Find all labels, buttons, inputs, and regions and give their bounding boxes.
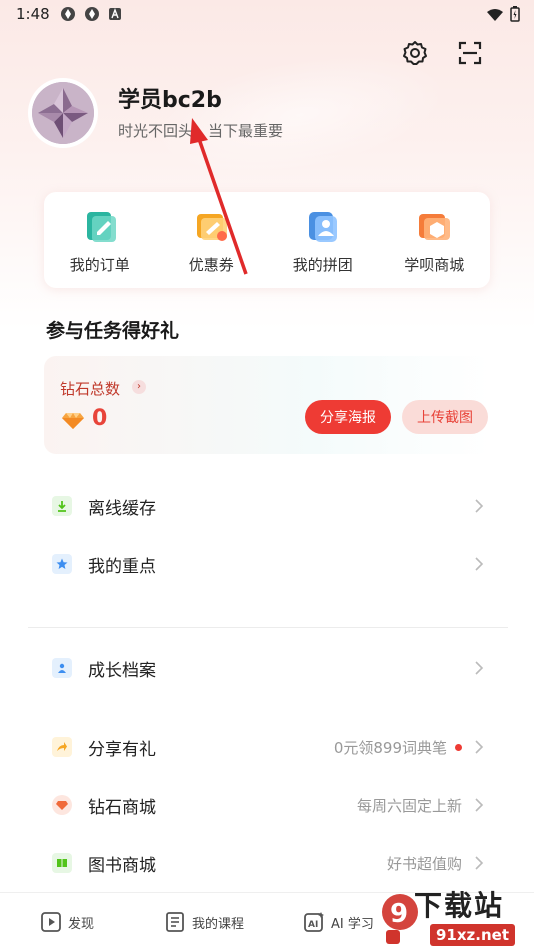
svg-text:9: 9 [390,899,408,929]
row-label: 离线缓存 [88,498,156,519]
course-list-icon [166,912,184,932]
quick-menu-card: 我的订单 优惠券 我的拼团 学呗商城 [44,192,490,288]
quick-item-store[interactable]: 学呗商城 [384,206,484,275]
svg-text:AI: AI [308,920,318,930]
status-notification-icons [60,6,124,22]
star-icon [52,554,72,574]
nav-label: AI 学习 [331,916,374,932]
scan-icon [458,41,482,65]
quick-label: 我的拼团 [292,255,353,274]
group-icon [308,211,337,242]
diamond-total-label[interactable]: 钻石总数 [60,378,120,399]
row-label: 我的重点 [88,556,156,577]
app-notification-icon [84,6,100,22]
chevron-right-icon [475,661,484,675]
promo-text: 每周六固定上新 [356,796,462,815]
order-icon [86,211,116,242]
avatar[interactable] [28,78,98,148]
text-notification-icon [108,6,124,22]
chevron-right-icon [475,499,484,513]
ai-icon: AI [304,912,324,932]
profile-card-icon [52,658,72,678]
quick-label: 我的订单 [69,255,130,274]
nav-tab-my-courses[interactable]: 我的课程 [164,911,244,933]
menu-row-book-store[interactable]: 图书商城 好书超值购 [44,843,490,883]
quick-item-orders[interactable]: 我的订单 [50,206,150,275]
promo-text: 好书超值购 [386,854,462,873]
share-arrow-icon [52,737,72,757]
row-label: 成长档案 [88,660,156,681]
promo-text: 0元领899词典笔 [333,738,447,757]
quick-item-group-buy[interactable]: 我的拼团 [273,206,373,275]
annotation-arrow-icon [190,118,248,275]
battery-icon [510,6,520,26]
chevron-right-icon [475,856,484,870]
diamond-store-icon [52,795,72,815]
watermark-url: 91xz.net [430,924,516,946]
status-time: 1:48 [16,5,50,23]
upload-screenshot-button[interactable]: 上传截图 [402,400,488,434]
notification-dot [455,743,462,751]
row-label: 图书商城 [88,855,156,876]
row-extra-text: 每周六固定上新 [357,795,462,816]
chevron-right-icon [475,557,484,571]
nav-label: 我的课程 [192,916,245,932]
menu-row-share-gift[interactable]: 分享有礼 0元领899词典笔 [44,727,490,767]
avatar-image [32,82,94,144]
row-label: 分享有礼 [88,739,156,760]
store-icon [419,213,451,240]
menu-row-growth-record[interactable]: 成长档案 [44,648,490,688]
menu-row-diamond-store[interactable]: 钻石商城 每周六固定上新 [44,785,490,825]
nav-tab-ai-learning[interactable]: AI AI 学习 [303,911,374,933]
app-notification-icon [60,6,76,22]
play-icon [41,912,61,932]
menu-row-offline-cache[interactable]: 离线缓存 [44,486,490,526]
nav-tab-discover[interactable]: 发现 [40,911,94,933]
menu-row-key-points[interactable]: 我的重点 [44,544,490,584]
section-title-tasks: 参与任务得好礼 [46,320,180,342]
chevron-right-icon[interactable]: › [132,380,146,394]
gear-icon [403,41,427,65]
share-poster-button[interactable]: 分享海报 [305,400,391,434]
chevron-right-icon [475,740,484,754]
quick-label: 学呗商城 [404,255,465,274]
book-icon [52,853,72,873]
watermark-text: 下载站 [414,889,505,922]
wifi-icon [486,7,504,26]
nav-label: 发现 [68,916,95,932]
status-bar: 1:48 [0,0,534,28]
row-extra-text: 好书超值购 [387,853,462,874]
row-extra-text: 0元领899词典笔 [334,737,462,758]
settings-button[interactable] [400,38,430,68]
diamond-card: 钻石总数 › 0 分享海报 上传截图 [44,356,490,454]
divider [28,627,508,628]
scan-button[interactable] [455,38,485,68]
row-label: 钻石商城 [88,797,156,818]
status-system-icons [486,6,520,26]
diamond-count: 0 [92,406,108,431]
chevron-right-icon [475,798,484,812]
gem-icon [62,413,84,429]
download-icon [52,496,72,516]
